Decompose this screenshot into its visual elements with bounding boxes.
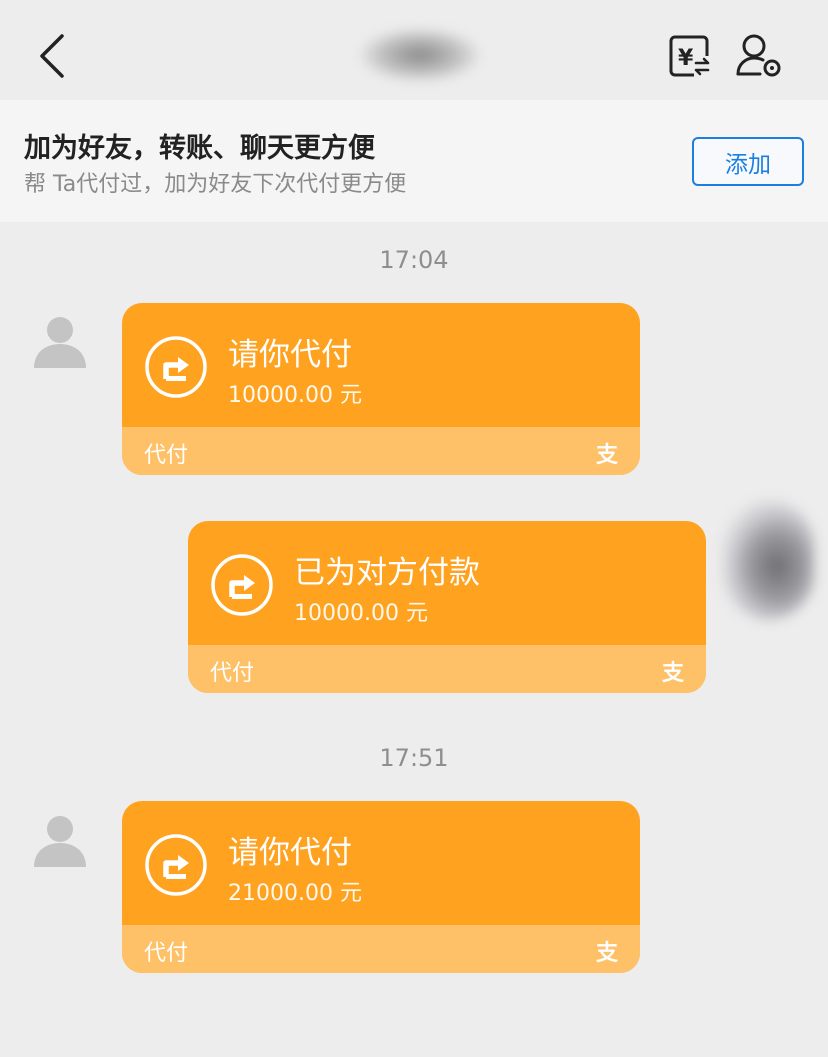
- add-friend-button[interactable]: 添加: [692, 137, 804, 186]
- back-button[interactable]: [30, 30, 74, 82]
- pay-request-card[interactable]: 请你代付 21000.00 元 代付 支: [122, 801, 640, 973]
- message-timestamp: 17:51: [379, 744, 449, 772]
- card-body: 已为对方付款 10000.00 元: [188, 521, 706, 645]
- card-footer-label: 代付: [144, 941, 189, 966]
- card-footer: 代付 支: [122, 427, 640, 475]
- alipay-logo-icon: 支: [661, 661, 684, 686]
- card-body: 请你代付 21000.00 元: [122, 801, 640, 925]
- card-footer: 代付 支: [188, 645, 706, 693]
- banner-subtitle: 帮 Ta代付过，加为好友下次代付更方便: [24, 172, 407, 197]
- card-footer-label: 代付: [144, 443, 189, 468]
- card-body: 请你代付 10000.00 元: [122, 303, 640, 427]
- share-arrow-icon: [145, 336, 207, 398]
- card-title: 已为对方付款: [294, 555, 480, 591]
- message-timestamp: 17:04: [379, 246, 449, 274]
- card-footer-label: 代付: [210, 661, 255, 686]
- pay-request-card[interactable]: 请你代付 10000.00 元 代付 支: [122, 303, 640, 475]
- yuan-transfer-icon: ¥: [669, 35, 712, 78]
- share-arrow-icon: [145, 834, 207, 896]
- alipay-logo-icon: 支: [595, 941, 618, 966]
- paid-card[interactable]: 已为对方付款 10000.00 元 代付 支: [188, 521, 706, 693]
- share-arrow-icon: [211, 554, 273, 616]
- svg-text:¥: ¥: [678, 46, 694, 71]
- card-title: 请你代付: [228, 835, 352, 871]
- banner-title: 加为好友，转账、聊天更方便: [24, 133, 375, 164]
- chevron-left-icon: [40, 34, 64, 78]
- transfer-button[interactable]: ¥: [668, 34, 714, 80]
- self-avatar-blurred: [722, 500, 814, 620]
- card-footer: 代付 支: [122, 925, 640, 973]
- user-settings-icon: [736, 34, 781, 77]
- alipay-logo-icon: 支: [595, 443, 618, 468]
- card-amount: 10000.00 元: [294, 601, 428, 626]
- top-bar: ¥: [0, 0, 828, 100]
- contact-name-blurred: [360, 28, 480, 82]
- default-avatar-icon: [34, 816, 86, 867]
- card-amount: 10000.00 元: [228, 383, 362, 408]
- profile-settings-button[interactable]: [734, 32, 784, 80]
- card-title: 请你代付: [228, 337, 352, 373]
- card-amount: 21000.00 元: [228, 881, 362, 906]
- default-avatar-icon: [34, 317, 86, 368]
